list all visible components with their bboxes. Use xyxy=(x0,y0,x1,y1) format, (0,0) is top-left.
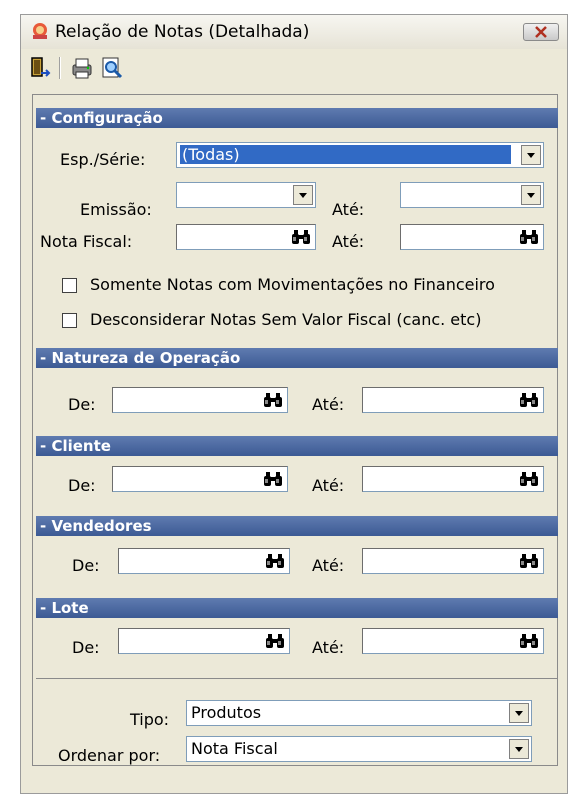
checkbox-desconsiderar-label: Desconsiderar Notas Sem Valor Fiscal (ca… xyxy=(90,310,482,329)
chevron-down-icon[interactable] xyxy=(509,739,529,759)
checkbox-desconsiderar-sem-valor[interactable] xyxy=(62,313,77,328)
toolbar xyxy=(21,49,567,89)
chevron-down-icon[interactable] xyxy=(293,185,313,205)
title-bar: Relação de Notas (Detalhada) xyxy=(21,15,567,49)
nota-fiscal-label: Nota Fiscal: xyxy=(40,232,133,251)
cliente-de-label: De: xyxy=(68,476,96,495)
exit-icon[interactable] xyxy=(27,55,53,81)
emissao-ate-label: Até: xyxy=(332,200,365,219)
chevron-down-icon[interactable] xyxy=(521,185,541,205)
binoculars-icon[interactable] xyxy=(519,229,539,245)
window-title: Relação de Notas (Detalhada) xyxy=(55,22,310,42)
binoculars-icon[interactable] xyxy=(265,633,285,649)
binoculars-icon[interactable] xyxy=(263,392,283,408)
binoculars-icon[interactable] xyxy=(265,553,285,569)
cliente-to-field[interactable] xyxy=(362,466,544,492)
vendedores-to-field[interactable] xyxy=(362,548,544,574)
app-icon xyxy=(33,23,47,39)
ordenar-label: Ordenar por: xyxy=(58,746,161,765)
close-icon xyxy=(535,26,547,38)
binoculars-icon[interactable] xyxy=(519,553,539,569)
section-configuracao-header: - Configuração xyxy=(36,108,558,128)
natureza-ate-label: Até: xyxy=(312,395,345,414)
toolbar-separator xyxy=(59,57,61,79)
nota-fiscal-to-field[interactable] xyxy=(400,224,544,250)
esp-serie-select[interactable]: (Todas) xyxy=(176,142,544,168)
tipo-label: Tipo: xyxy=(130,710,170,729)
binoculars-icon[interactable] xyxy=(519,633,539,649)
nota-fiscal-from-field[interactable] xyxy=(176,224,316,250)
section-lote-header: - Lote xyxy=(36,598,558,618)
cliente-ate-label: Até: xyxy=(312,476,345,495)
natureza-de-label: De: xyxy=(68,395,96,414)
binoculars-icon[interactable] xyxy=(519,392,539,408)
tipo-value: Produtos xyxy=(191,703,262,722)
section-divider xyxy=(36,678,558,679)
lote-ate-label: Até: xyxy=(312,638,345,657)
printer-icon[interactable] xyxy=(69,55,95,81)
checkbox-somente-financeiro-label: Somente Notas com Movimentações no Finan… xyxy=(90,275,495,294)
checkbox-somente-financeiro[interactable] xyxy=(62,278,77,293)
emissao-from-select[interactable] xyxy=(176,182,316,208)
vendedores-from-field[interactable] xyxy=(118,548,290,574)
nota-fiscal-ate-label: Até: xyxy=(332,232,365,251)
tipo-select[interactable]: Produtos xyxy=(186,700,532,726)
lote-from-field[interactable] xyxy=(118,628,290,654)
binoculars-icon[interactable] xyxy=(263,471,283,487)
lote-de-label: De: xyxy=(72,638,100,657)
ordenar-select[interactable]: Nota Fiscal xyxy=(186,736,532,762)
section-cliente-header: - Cliente xyxy=(36,436,558,456)
natureza-from-field[interactable] xyxy=(112,387,288,413)
natureza-to-field[interactable] xyxy=(362,387,544,413)
vendedores-de-label: De: xyxy=(72,556,100,575)
close-button[interactable] xyxy=(523,23,559,41)
chevron-down-icon[interactable] xyxy=(521,145,541,165)
emissao-label: Emissão: xyxy=(80,200,152,219)
esp-serie-value: (Todas) xyxy=(180,145,511,164)
esp-serie-label: Esp./Série: xyxy=(60,150,146,169)
section-natureza-header: - Natureza de Operação xyxy=(36,348,558,368)
chevron-down-icon[interactable] xyxy=(509,703,529,723)
binoculars-icon[interactable] xyxy=(291,229,311,245)
ordenar-value: Nota Fiscal xyxy=(191,739,278,758)
preview-icon[interactable] xyxy=(99,55,125,81)
section-vendedores-header: - Vendedores xyxy=(36,516,558,536)
vendedores-ate-label: Até: xyxy=(312,556,345,575)
binoculars-icon[interactable] xyxy=(519,471,539,487)
emissao-to-select[interactable] xyxy=(400,182,544,208)
cliente-from-field[interactable] xyxy=(112,466,288,492)
lote-to-field[interactable] xyxy=(362,628,544,654)
